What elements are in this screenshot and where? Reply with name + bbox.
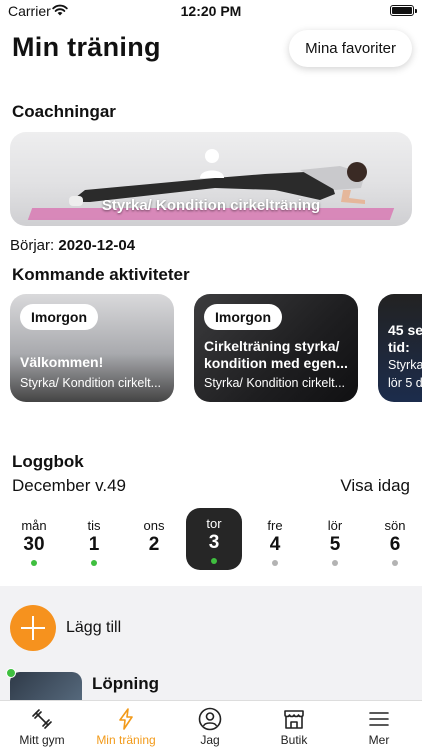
day-item[interactable]: sön 6 <box>367 510 422 572</box>
show-today-button[interactable]: Visa idag <box>340 476 410 496</box>
tab-min-traning[interactable]: Min träning <box>84 701 168 750</box>
day-item[interactable]: ons 2 <box>126 510 182 572</box>
menu-icon <box>369 712 389 726</box>
completed-dot <box>6 668 16 678</box>
add-icon[interactable] <box>10 605 56 651</box>
planned-dot <box>392 560 398 566</box>
shop-icon <box>284 710 304 729</box>
tab-mitt-gym[interactable]: Mitt gym <box>0 701 84 750</box>
day-name: ons <box>143 518 165 533</box>
tab-butik[interactable]: Butik <box>252 701 336 750</box>
coaching-card[interactable]: Styrka/ Kondition cirkelträning <box>10 132 412 226</box>
activity-dot <box>31 560 37 566</box>
day-name: tor <box>206 516 222 531</box>
dumbbell-icon <box>32 709 52 729</box>
activity-card[interactable]: 45 sek tid: Styrka lör 5 de <box>378 294 422 402</box>
day-name: lör <box>327 518 343 533</box>
status-bar: Carrier 12:20 PM <box>0 0 422 22</box>
status-time: 12:20 PM <box>180 3 242 19</box>
activity-badge: Imorgon <box>204 304 282 330</box>
day-name: mån <box>21 518 47 533</box>
day-date: 1 <box>88 534 100 555</box>
start-date: 2020-12-04 <box>58 237 136 254</box>
tab-jag[interactable]: Jag <box>168 701 252 750</box>
page-title: Min träning <box>12 32 161 62</box>
day-date: 3 <box>208 532 220 553</box>
add-activity-label: Lägg till <box>66 619 122 636</box>
activity-subtitle: Styrka/ Kondition cirkelt... <box>20 376 162 390</box>
lightning-icon <box>119 708 133 730</box>
day-date: 30 <box>23 534 45 555</box>
logbook-section-title: Loggbok <box>12 452 84 471</box>
tab-label: Butik <box>280 733 308 747</box>
tab-bar: Mitt gym Min träning Jag Butik Mer <box>0 700 422 750</box>
day-name: sön <box>384 518 406 533</box>
activity-card[interactable]: Imorgon Välkommen! Styrka/ Kondition cir… <box>10 294 174 402</box>
day-item[interactable]: tis 1 <box>66 510 122 572</box>
planned-dot <box>272 560 278 566</box>
battery-icon <box>390 5 417 16</box>
day-item[interactable]: fre 4 <box>247 510 303 572</box>
day-date: 6 <box>389 534 401 555</box>
tab-label: Mer <box>368 733 390 747</box>
day-date: 5 <box>329 534 341 555</box>
activity-subtitle: Styrka/ Kondition cirkelt... <box>204 376 346 390</box>
coaching-start: Börjar: 2020-12-04 <box>10 237 135 254</box>
favorites-button[interactable]: Mina favoriter <box>289 30 412 67</box>
activity-subtitle: Styrka <box>388 358 422 372</box>
activity-dot <box>211 558 217 564</box>
logbook-panel: Loggbok December v.49 Visa idag mån 30 t… <box>0 440 422 586</box>
day-name: tis <box>87 518 101 533</box>
activity-title: 45 sek tid: <box>388 322 422 355</box>
activity-title: Välkommen! <box>20 354 104 370</box>
start-prefix: Börjar: <box>10 237 59 254</box>
week-day-selector: mån 30 tis 1 ons 2 tor 3 fre 4 lör 5 sön… <box>0 508 422 572</box>
log-entry-title: Löpning <box>92 674 160 693</box>
activity-title: Cirkelträning styrka/ kondition med egen… <box>204 338 348 371</box>
logbook-week: December v.49 <box>12 476 127 495</box>
day-item[interactable]: mån 30 <box>6 510 62 572</box>
activity-card[interactable]: Imorgon Cirkelträning styrka/ kondition … <box>194 294 358 402</box>
day-item-selected[interactable]: tor 3 <box>186 508 242 570</box>
coach-avatar-icon <box>200 149 224 178</box>
tab-label: Mitt gym <box>19 733 65 747</box>
user-icon <box>198 707 222 731</box>
tab-mer[interactable]: Mer <box>337 701 421 750</box>
coaching-card-label: Styrka/ Kondition cirkelträning <box>101 197 321 214</box>
day-item[interactable]: lör 5 <box>307 510 363 572</box>
upcoming-section-title: Kommande aktiviteter <box>12 265 190 284</box>
day-name: fre <box>267 518 283 533</box>
upcoming-activities: Imorgon Välkommen! Styrka/ Kondition cir… <box>0 294 422 402</box>
coaching-section-title: Coachningar <box>12 102 116 121</box>
overview-panel: Min träning Mina favoriter Coachningar S… <box>0 22 422 440</box>
tab-label: Jag <box>200 733 220 747</box>
planned-dot <box>332 560 338 566</box>
activity-badge: Imorgon <box>20 304 98 330</box>
activity-dot <box>91 560 97 566</box>
day-date: 2 <box>148 534 160 555</box>
tab-label: Min träning <box>96 733 156 747</box>
activity-date: lör 5 de <box>388 376 422 390</box>
day-date: 4 <box>269 534 281 555</box>
